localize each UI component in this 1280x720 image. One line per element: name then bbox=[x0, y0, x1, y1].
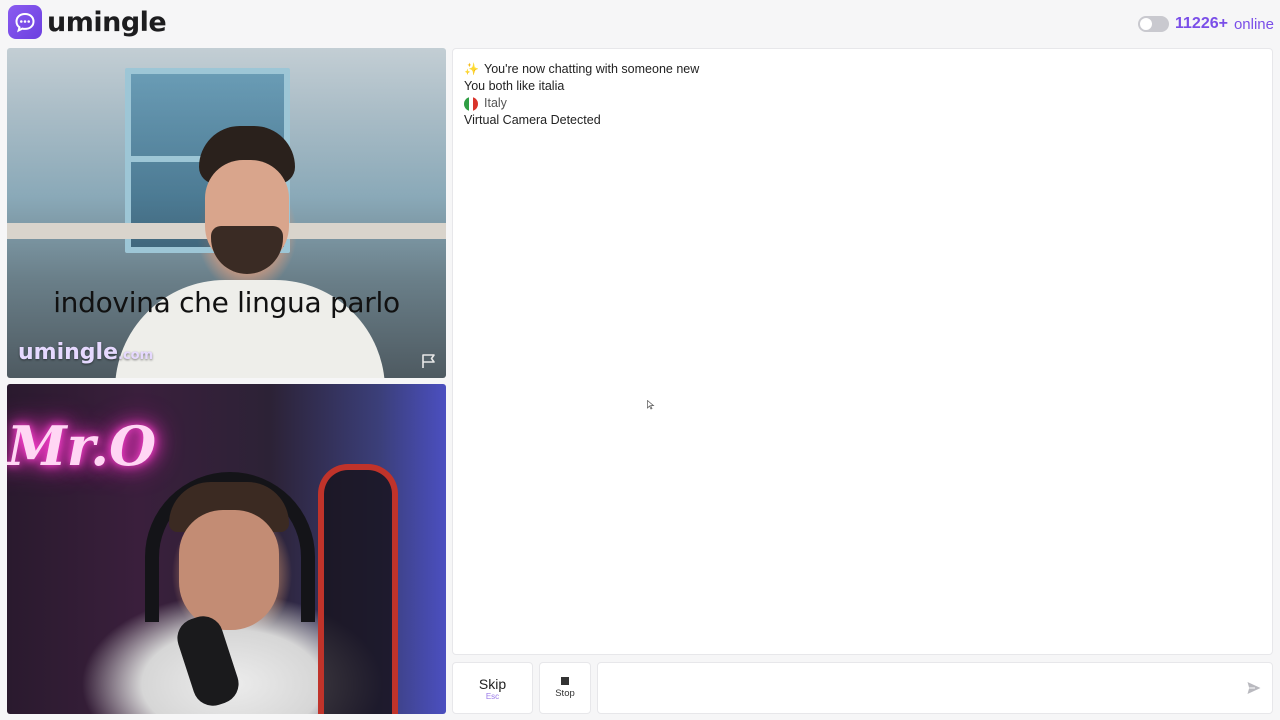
online-indicator: 11226+ online bbox=[1138, 13, 1274, 35]
skip-button[interactable]: Skip Esc bbox=[452, 662, 533, 714]
logo[interactable]: umingle bbox=[8, 5, 167, 39]
neon-sign: Mr.O bbox=[7, 414, 157, 478]
stop-button[interactable]: Stop bbox=[539, 662, 591, 714]
message-text: You both like italia bbox=[464, 79, 565, 93]
header: umingle 11226+ online bbox=[0, 0, 1280, 46]
send-icon[interactable] bbox=[1246, 680, 1262, 696]
system-message-common-interest: You both like italia bbox=[464, 78, 1261, 95]
message-text: You're now chatting with someone new bbox=[484, 62, 700, 76]
online-count: 11226+ bbox=[1175, 15, 1228, 32]
sparkle-icon: ✨ bbox=[464, 62, 479, 76]
skip-shortcut: Esc bbox=[485, 691, 500, 701]
logo-text: umingle bbox=[47, 6, 167, 38]
message-text: Virtual Camera Detected bbox=[464, 113, 601, 127]
skip-label: Skip bbox=[478, 675, 507, 692]
country-text: Italy bbox=[484, 96, 507, 110]
theme-toggle[interactable] bbox=[1138, 16, 1169, 32]
watermark-domain: .com bbox=[118, 348, 154, 363]
message-bar bbox=[597, 662, 1273, 714]
system-message-virtual-camera: Virtual Camera Detected bbox=[464, 112, 1261, 129]
stop-icon bbox=[561, 677, 569, 685]
self-video: Mr.O bbox=[7, 384, 446, 714]
chat-bubble-icon bbox=[8, 5, 42, 39]
stop-label: Stop bbox=[555, 688, 575, 699]
video-watermark: umingle.com bbox=[18, 340, 153, 365]
chat-panel: ✨ You're now chatting with someone new Y… bbox=[452, 48, 1273, 655]
watermark-main: umingle bbox=[18, 340, 118, 365]
toggle-knob bbox=[1140, 18, 1152, 30]
online-label: online bbox=[1233, 15, 1274, 33]
mouse-cursor-icon bbox=[647, 397, 655, 410]
italy-flag-icon bbox=[464, 96, 478, 111]
system-message-country: Italy bbox=[464, 95, 1261, 112]
system-message-new-chat: ✨ You're now chatting with someone new bbox=[464, 61, 1261, 78]
video-caption: indovina che lingua parlo bbox=[53, 286, 400, 319]
stranger-video: indovina che lingua parlo umingle.com bbox=[7, 48, 446, 378]
report-flag-icon[interactable] bbox=[420, 353, 438, 369]
message-input[interactable] bbox=[598, 663, 1228, 713]
